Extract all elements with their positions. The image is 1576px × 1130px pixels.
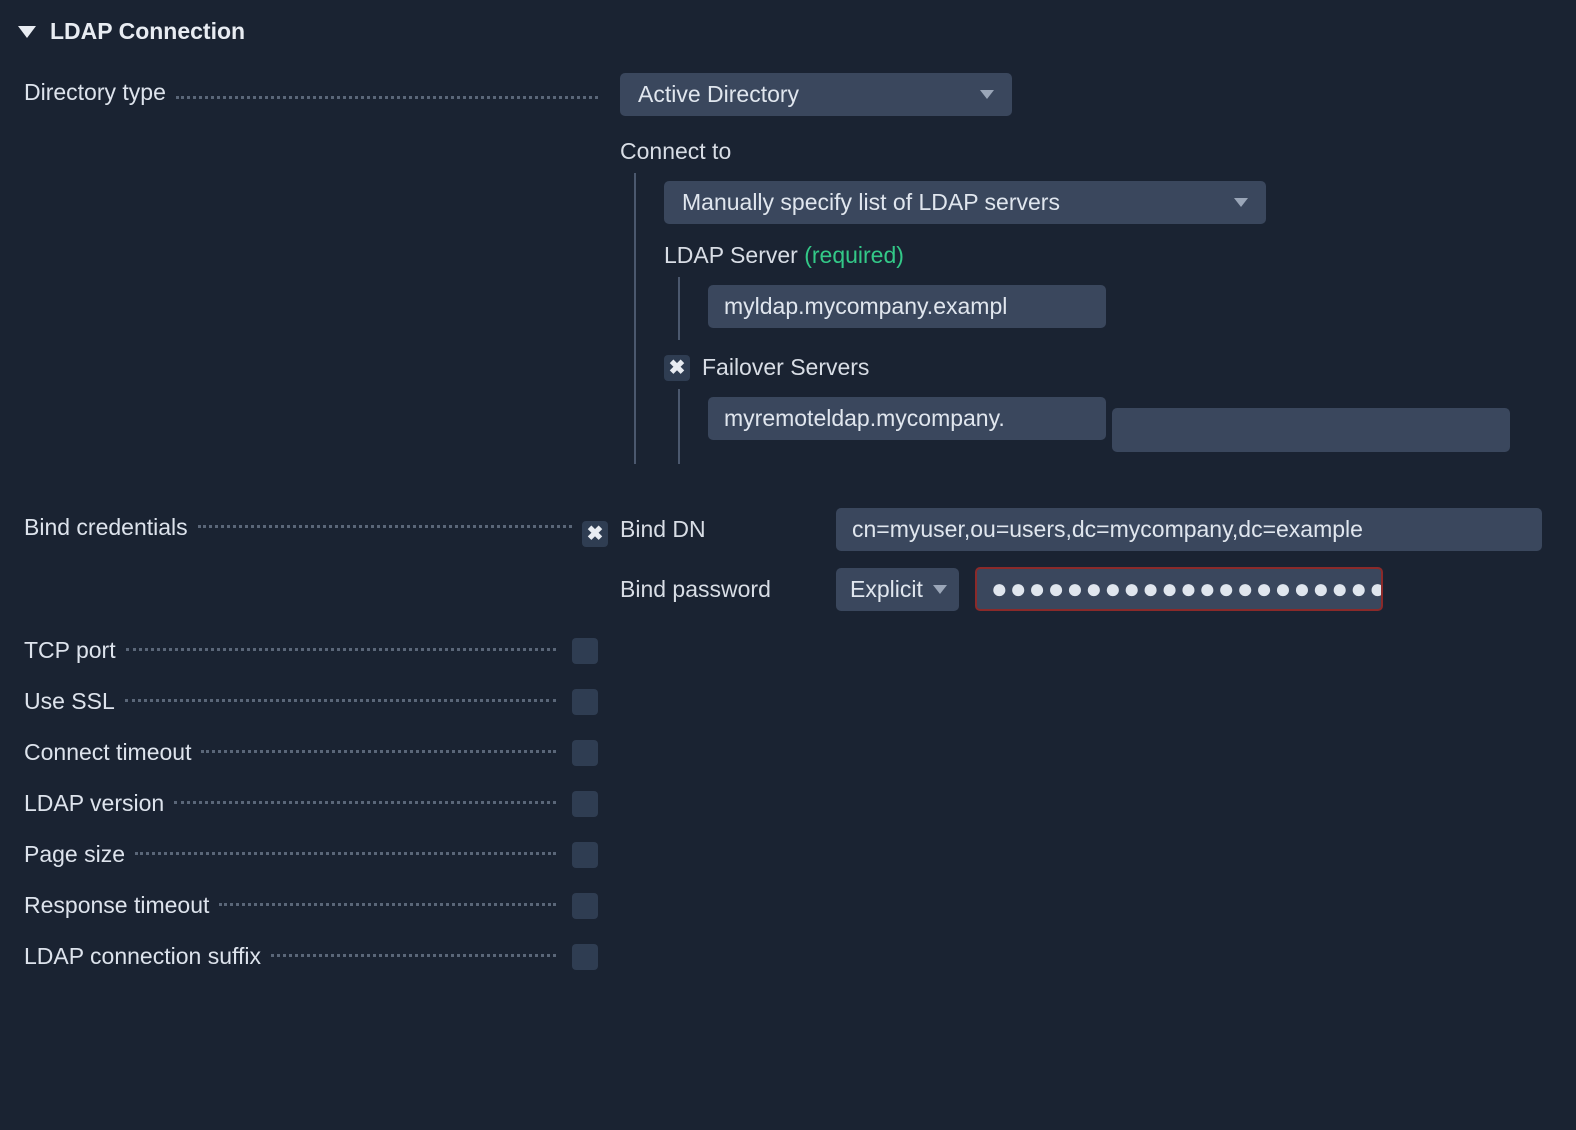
collapse-icon: [18, 26, 36, 38]
dotted-divider: [219, 903, 556, 906]
bind-password-mode-dropdown[interactable]: Explicit: [836, 568, 959, 611]
option-label: Connect timeout: [24, 739, 191, 766]
option-label: LDAP connection suffix: [24, 943, 261, 970]
chevron-down-icon: [1234, 198, 1248, 207]
dotted-divider: [125, 699, 556, 702]
failover-server-input-0[interactable]: myremoteldap.mycompany.: [708, 397, 1106, 440]
dotted-divider: [174, 801, 556, 804]
option-toggle[interactable]: [572, 893, 598, 919]
close-icon: ✖: [669, 358, 686, 378]
option-label: Use SSL: [24, 688, 115, 715]
option-toggle[interactable]: [572, 689, 598, 715]
option-row-ldap-version: LDAP version: [0, 790, 598, 817]
option-label: Response timeout: [24, 892, 209, 919]
bind-password-input[interactable]: ●●●●●●●●●●●●●●●●●●●●●: [975, 567, 1383, 611]
option-toggle[interactable]: [572, 740, 598, 766]
option-label: LDAP version: [24, 790, 164, 817]
option-row-page-size: Page size: [0, 841, 598, 868]
close-icon: ✖: [587, 524, 604, 544]
ldap-server-label: LDAP Server: [664, 242, 798, 268]
bind-dn-input[interactable]: cn=myuser,ou=users,dc=mycompany,dc=examp…: [836, 508, 1542, 551]
bind-credentials-label: Bind credentials: [24, 514, 188, 541]
dotted-divider: [198, 525, 572, 528]
failover-remove-button[interactable]: ✖: [664, 355, 690, 381]
required-tag: (required): [804, 242, 904, 268]
option-toggle[interactable]: [572, 842, 598, 868]
connect-to-value: Manually specify list of LDAP servers: [682, 189, 1060, 216]
bind-credentials-clear-button[interactable]: ✖: [582, 521, 608, 547]
option-toggle[interactable]: [572, 944, 598, 970]
failover-server-input-1[interactable]: [1112, 408, 1510, 452]
option-toggle[interactable]: [572, 791, 598, 817]
bind-password-mode-value: Explicit: [850, 576, 923, 603]
directory-type-value: Active Directory: [638, 81, 799, 108]
chevron-down-icon: [933, 585, 947, 594]
directory-type-label: Directory type: [24, 79, 166, 106]
connect-to-dropdown[interactable]: Manually specify list of LDAP servers: [664, 181, 1266, 224]
bind-dn-label: Bind DN: [620, 516, 820, 543]
chevron-down-icon: [980, 90, 994, 99]
section-header[interactable]: LDAP Connection: [0, 8, 1576, 69]
option-toggle[interactable]: [572, 638, 598, 664]
directory-type-dropdown[interactable]: Active Directory: [620, 73, 1012, 116]
section-title: LDAP Connection: [50, 18, 245, 45]
bind-password-label: Bind password: [620, 576, 820, 603]
connect-to-label: Connect to: [620, 116, 1556, 173]
failover-label: Failover Servers: [702, 354, 869, 381]
option-row-use-ssl: Use SSL: [0, 688, 598, 715]
option-label: Page size: [24, 841, 125, 868]
option-row-tcp-port: TCP port: [0, 637, 598, 664]
dotted-divider: [176, 96, 598, 99]
option-row-response-timeout: Response timeout: [0, 892, 598, 919]
dotted-divider: [271, 954, 556, 957]
ldap-server-input[interactable]: myldap.mycompany.exampl: [708, 285, 1106, 328]
option-label: TCP port: [24, 637, 116, 664]
ldap-connection-panel: LDAP Connection Directory type Active Di…: [0, 0, 1576, 990]
dotted-divider: [135, 852, 556, 855]
dotted-divider: [201, 750, 556, 753]
option-row-connect-timeout: Connect timeout: [0, 739, 598, 766]
option-row-ldap-suffix: LDAP connection suffix: [0, 943, 598, 970]
dotted-divider: [126, 648, 556, 651]
